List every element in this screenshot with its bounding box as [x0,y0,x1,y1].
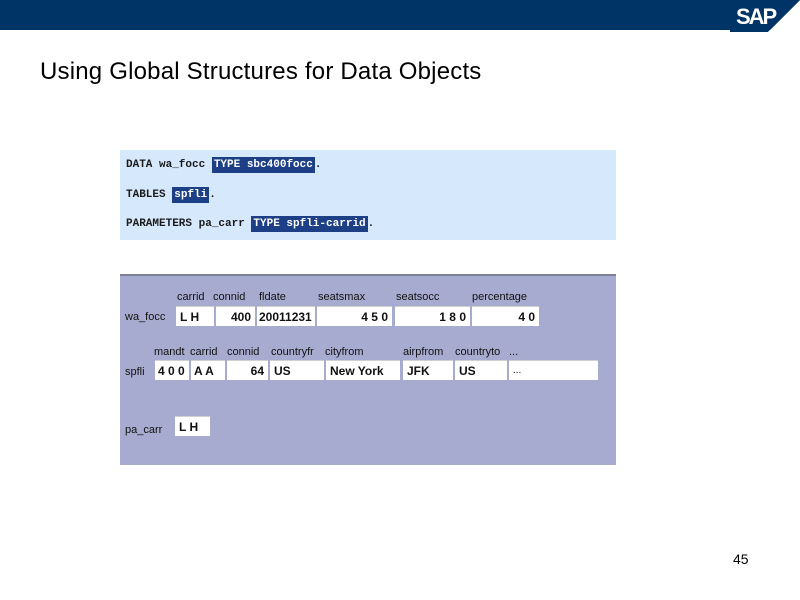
code-text: TABLES [126,189,173,201]
row-label-spfli: spfli [125,366,145,378]
field-label: carrid [177,291,205,303]
spfli-airpfrom-field[interactable]: JFK [403,360,453,380]
row-label-wa-focc: wa_focc [125,311,166,323]
spfli-carrid-field[interactable]: A A [191,360,225,380]
code-highlight: TYPE sbc400focc [211,157,315,173]
field-label: seatsmax [318,291,366,303]
code-text: DATA wa_focc [126,159,212,171]
page-number: 45 [733,551,749,567]
data-objects-panel: carrid connid fldate seatsmax seatsocc p… [120,274,616,465]
wa-focc-seatsmax-field[interactable]: 4 5 0 [317,306,392,326]
header-bar [0,0,800,30]
spfli-more-field[interactable]: ... [509,360,598,380]
code-text: . [209,189,216,201]
spfli-countryfr-field[interactable]: US [270,360,324,380]
field-label: airpfrom [403,346,444,358]
code-highlight: spfli [172,187,210,203]
field-label: fldate [259,291,286,303]
spfli-mandt-field[interactable]: 4 0 0 [155,360,189,380]
code-line-data: DATA wa_focc TYPE sbc400focc. [126,157,322,173]
code-line-tables: TABLES spfli. [126,187,216,203]
code-block: DATA wa_focc TYPE sbc400focc. TABLES spf… [120,150,616,240]
spfli-connid-field[interactable]: 64 [227,360,268,380]
sap-logo: SAP [730,0,800,32]
code-highlight: TYPE spfli-carrid [251,216,368,232]
field-label: seatsocc [396,291,440,303]
slide-title: Using Global Structures for Data Objects [40,58,482,85]
field-label: mandt [154,346,185,358]
field-label: percentage [472,291,528,303]
code-line-parameters: PARAMETERS pa_carr TYPE spfli-carrid. [126,216,375,232]
code-text: PARAMETERS pa_carr [126,218,252,230]
pa-carr-field[interactable]: L H [175,416,210,436]
field-label: connid [213,291,246,303]
wa-focc-connid-field[interactable]: 400 [216,306,255,326]
code-text: . [367,218,375,230]
field-label: connid [227,346,260,358]
field-label: cityfrom [325,346,364,358]
sap-logo-text: SAP [736,4,777,29]
spfli-cityfrom-field[interactable]: New York [326,360,400,380]
wa-focc-percentage-field[interactable]: 4 0 [472,306,539,326]
code-text: . [314,159,322,171]
field-label: countryfr [271,346,314,358]
wa-focc-carrid-field[interactable]: L H [176,306,214,326]
field-label: ... [509,346,519,358]
field-label: carrid [190,346,218,358]
field-label: countryto [455,346,501,358]
spfli-countryto-field[interactable]: US [455,360,507,380]
row-label-pa-carr: pa_carr [125,424,163,436]
wa-focc-fldate-field[interactable]: 20011231 [257,306,315,326]
wa-focc-seatsocc-field[interactable]: 1 8 0 [395,306,470,326]
